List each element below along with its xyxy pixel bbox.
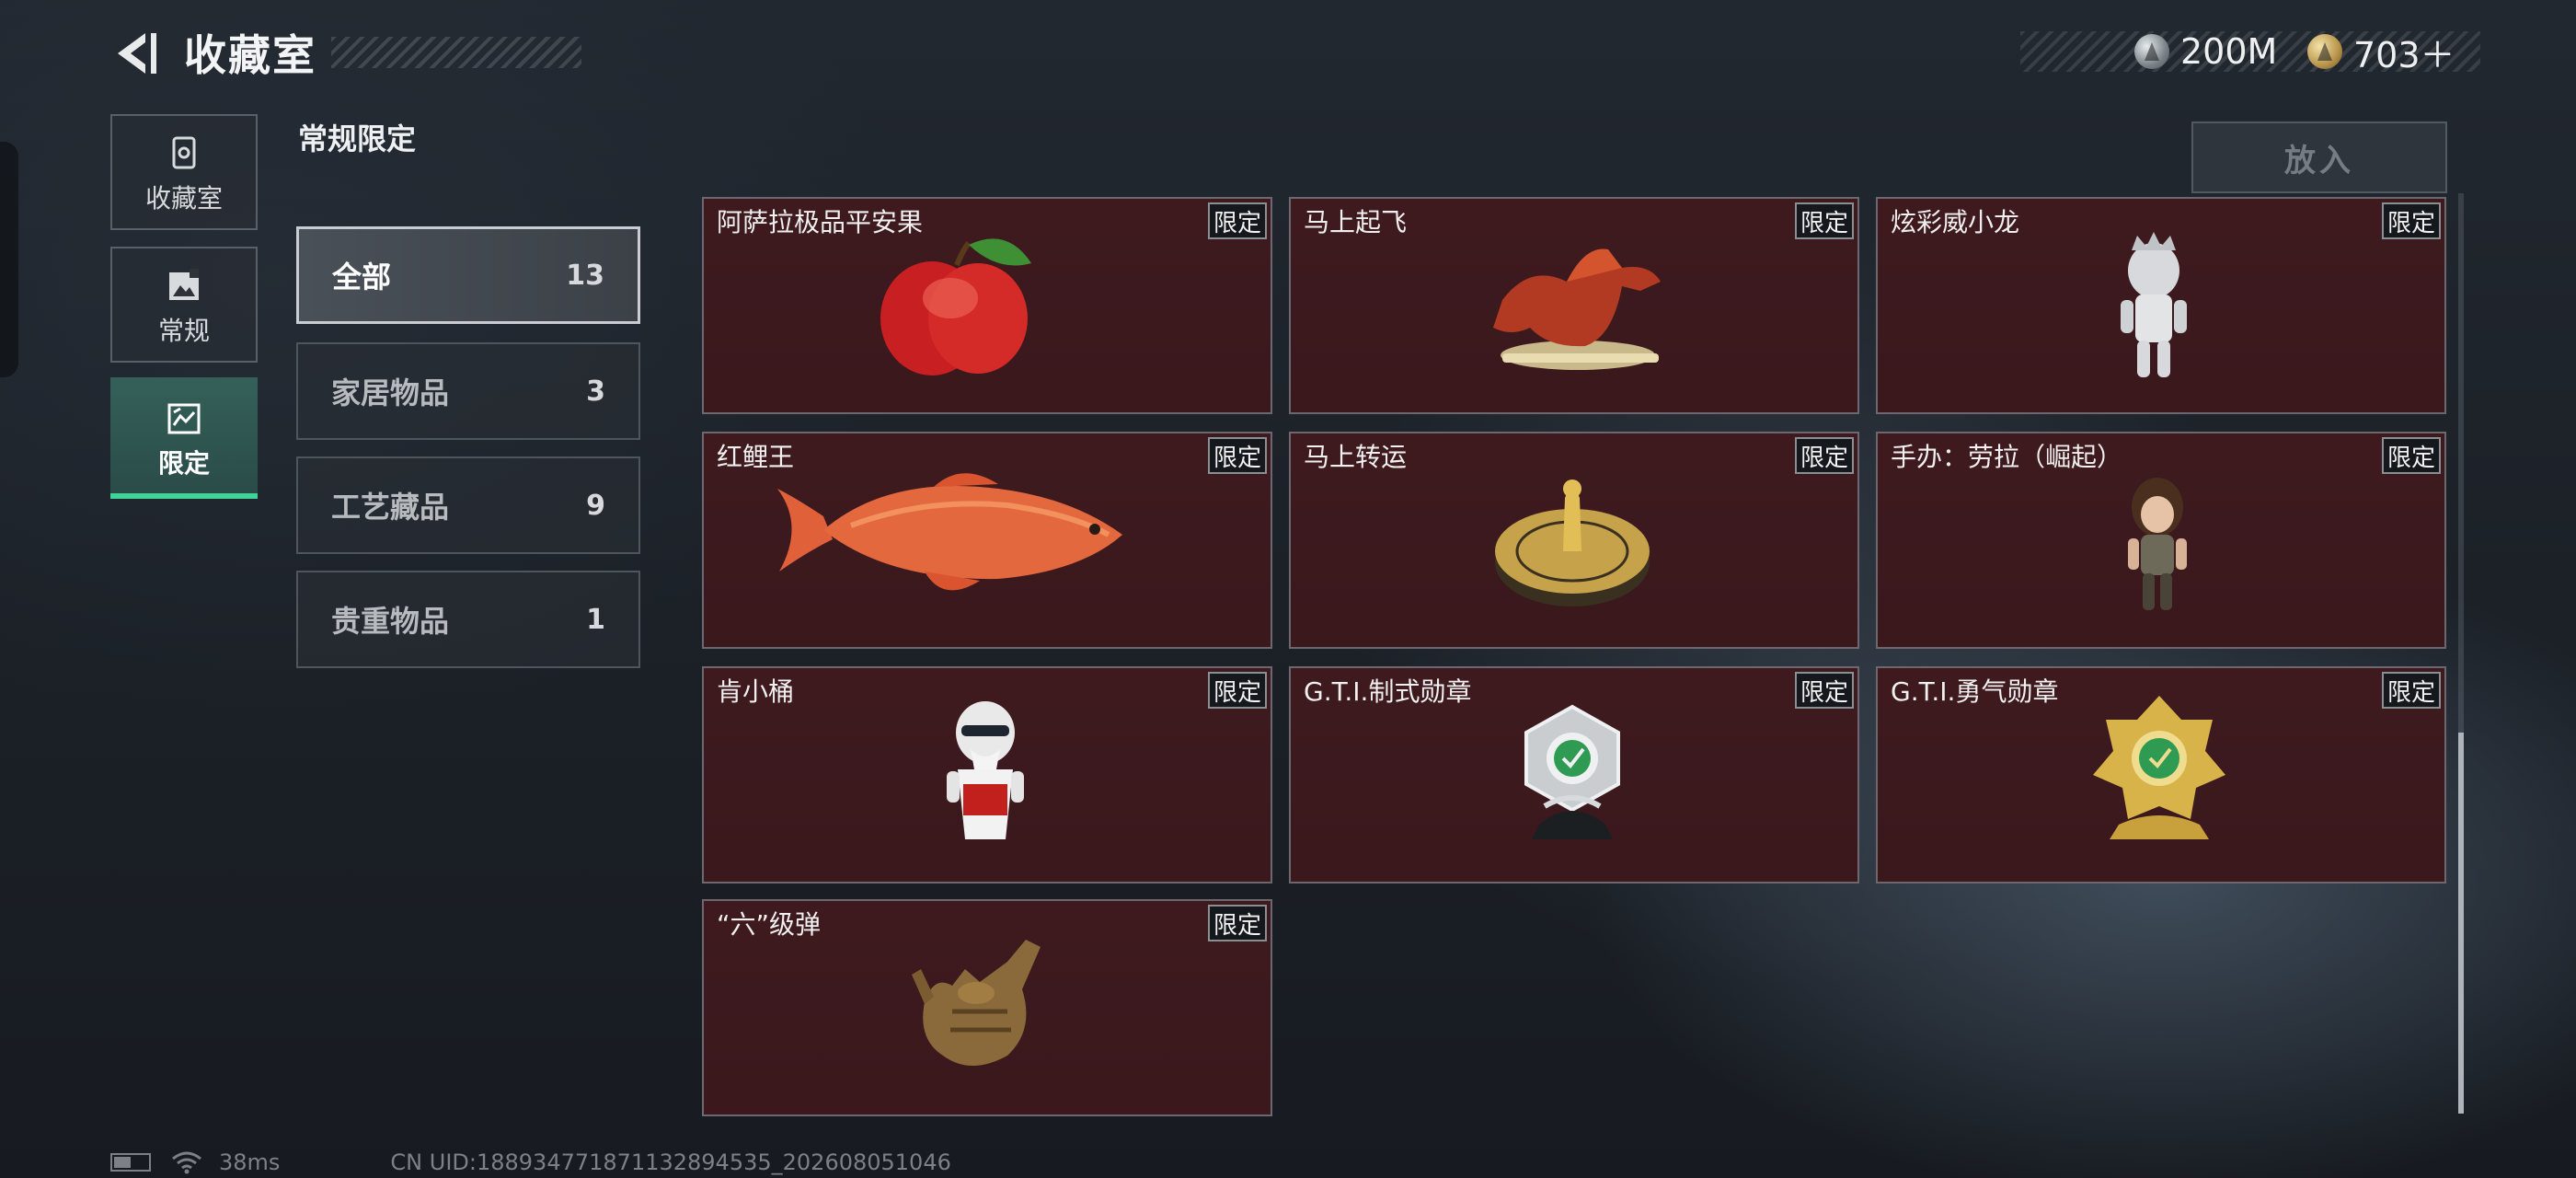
item-name: 马上起飞 [1304,207,1408,237]
nav-label-collection: 收藏室 [144,183,223,214]
page-title: 收藏室 [184,30,316,80]
limited-tag: 限定 [1795,437,1854,474]
nav-tab-collection[interactable]: 收藏室 [110,114,258,230]
category-label: 工艺藏品 [331,490,450,525]
item-card[interactable]: “六”级弹 限定 [702,899,1272,1116]
nav-label-limited: 限定 [157,448,210,479]
item-name: 肯小桶 [717,676,795,707]
limited-icon [167,403,201,434]
item-card[interactable]: 手办：劳拉（崛起） 限定 [1876,432,2446,649]
silver-currency[interactable]: 200M [2134,24,2277,79]
back-arrow-icon[interactable] [109,28,160,79]
gold-amount: 703＋ [2353,34,2455,75]
title-decoration [331,37,581,68]
limited-tag: 限定 [1795,672,1854,709]
wifi-icon [172,1151,201,1174]
nav-tab-limited[interactable]: 限定 [110,377,258,499]
category-count: 9 [586,489,605,522]
nav-tab-regular[interactable]: 常规 [110,247,258,363]
status-bar: 38ms CN UID:18893477187113289453​5_20260… [110,1149,951,1176]
gold-currency[interactable]: 703＋ [2307,24,2455,79]
limited-tag: 限定 [1208,437,1267,474]
category-all[interactable]: 全部 13 [296,226,640,324]
section-title: 常规限定 [298,121,417,156]
category-count: 3 [586,375,605,408]
limited-tag: 限定 [1208,202,1267,239]
item-name: “六”级弹 [717,909,822,940]
ping-text: 38ms [219,1149,281,1175]
collection-icon [172,136,196,169]
edge-handle [0,142,18,377]
limited-tag: 限定 [2382,672,2441,709]
item-name: G.T.I.制式勋章 [1304,676,1472,707]
item-name: 红鲤王 [717,442,795,472]
item-card[interactable]: G.T.I.勇气勋章 限定 [1876,666,2446,884]
item-card[interactable]: 肯小桶 限定 [702,666,1272,884]
limited-tag: 限定 [1795,202,1854,239]
category-label: 贵重物品 [331,604,450,639]
silver-coin-icon [2134,34,2169,69]
limited-tag: 限定 [1208,672,1267,709]
limited-tag: 限定 [1208,905,1267,941]
gold-coin-icon [2307,34,2342,69]
silver-amount: 200M [2180,31,2278,72]
category-craft-collectibles[interactable]: 工艺藏品 9 [296,456,640,554]
battery-icon [110,1153,151,1172]
item-name: G.T.I.勇气勋章 [1891,676,2059,707]
category-valuables[interactable]: 贵重物品 1 [296,571,640,668]
regular-icon [169,269,199,300]
item-card[interactable]: 马上转运 限定 [1289,432,1859,649]
category-label: 全部 [332,260,392,294]
put-in-button[interactable]: 放入 [2191,121,2447,193]
item-name: 手办：劳拉（崛起） [1891,442,2123,472]
category-home-items[interactable]: 家居物品 3 [296,342,640,440]
category-label: 家居物品 [331,375,450,410]
category-count: 1 [586,603,605,636]
limited-tag: 限定 [2382,437,2441,474]
item-card[interactable]: G.T.I.制式勋章 限定 [1289,666,1859,884]
limited-tag: 限定 [2382,202,2441,239]
item-card[interactable]: 炫彩威小龙 限定 [1876,197,2446,414]
item-card[interactable]: 阿萨拉极品平安果 限定 [702,197,1272,414]
item-name: 马上转运 [1304,442,1408,472]
item-card[interactable]: 马上起飞 限定 [1289,197,1859,414]
uid-text: CN UID:18893477187113289453​5_2026080510… [390,1149,951,1175]
category-count: 13 [566,259,604,292]
item-card[interactable]: 红鲤王 限定 [702,432,1272,649]
item-name: 炫彩威小龙 [1891,207,2020,237]
scrollbar-thumb[interactable] [2458,733,2464,1114]
item-name: 阿萨拉极品平安果 [717,207,924,237]
nav-label-regular: 常规 [157,316,210,346]
